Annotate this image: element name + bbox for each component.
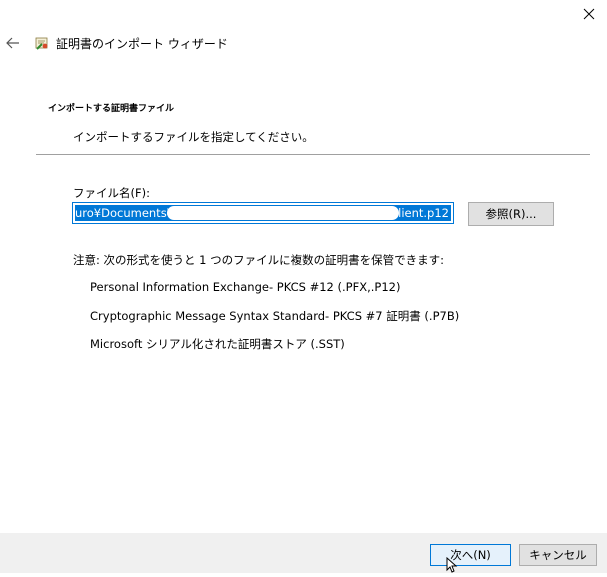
section-title: インポートする証明書ファイル: [48, 104, 175, 114]
browse-button[interactable]: 参照(R)...: [468, 202, 554, 226]
format-item: Microsoft シリアル化された証明書ストア (.SST): [90, 337, 345, 351]
mouse-cursor-icon: [446, 556, 460, 573]
wizard-title: 証明書のインポート ウィザード: [56, 37, 228, 51]
file-name-input[interactable]: uro¥Documents¥ ¥client.p12: [72, 202, 454, 224]
note-text: 注意: 次の形式を使うと 1 つのファイルに複数の証明書を保管できます:: [73, 253, 445, 267]
back-button[interactable]: [2, 32, 24, 54]
file-name-label: ファイル名(F):: [73, 186, 150, 200]
section-subtitle: インポートするファイルを指定してください。: [73, 130, 314, 144]
format-item: Personal Information Exchange- PKCS #12 …: [90, 280, 401, 294]
back-arrow-icon: [6, 37, 19, 49]
header-divider: [36, 154, 590, 155]
format-item: Cryptographic Message Syntax Standard- P…: [90, 309, 460, 323]
next-button[interactable]: 次へ(N): [430, 544, 511, 566]
redacted-path: [167, 206, 399, 220]
close-icon: [583, 8, 595, 20]
file-path-prefix: uro¥Documents¥: [75, 206, 175, 220]
cancel-button[interactable]: キャンセル: [519, 544, 597, 566]
certificate-icon: [34, 35, 50, 51]
close-button[interactable]: [574, 2, 604, 26]
file-path-suffix: ¥client.p12: [384, 206, 450, 220]
footer-bar: [0, 533, 607, 573]
file-name-selection: uro¥Documents¥ ¥client.p12: [75, 205, 451, 221]
